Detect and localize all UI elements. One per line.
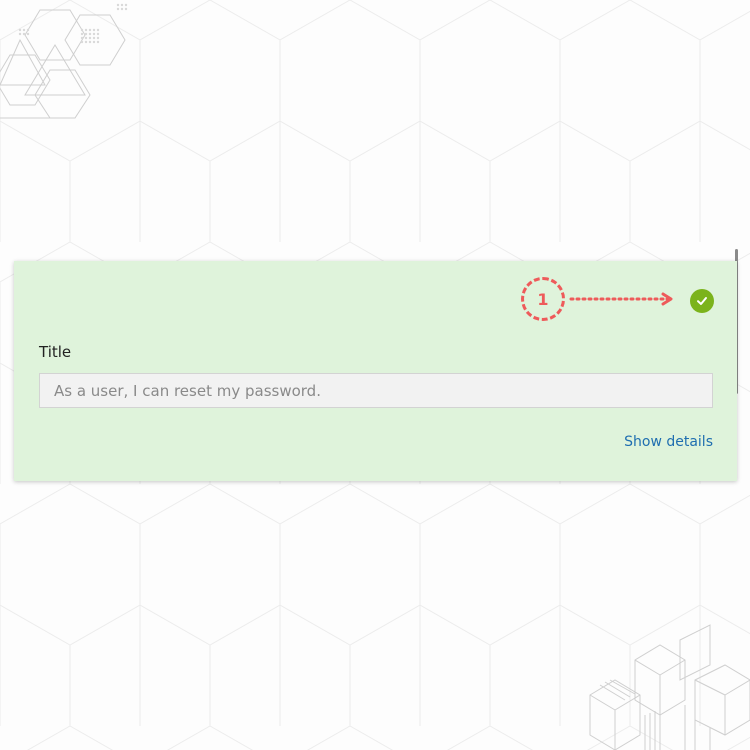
callout-marker: 1 [521, 277, 565, 321]
work-item-card: 1 Title Show details [14, 261, 737, 481]
title-label: Title [39, 343, 72, 361]
check-circle-icon[interactable] [690, 289, 714, 313]
title-input[interactable] [39, 373, 713, 408]
callout-number: 1 [537, 289, 549, 309]
decorative-geometry-top-left [0, 3, 128, 119]
show-details-link[interactable]: Show details [624, 434, 713, 450]
callout-arrow-icon [569, 292, 673, 306]
decorative-geometry-bottom-right [589, 624, 750, 750]
